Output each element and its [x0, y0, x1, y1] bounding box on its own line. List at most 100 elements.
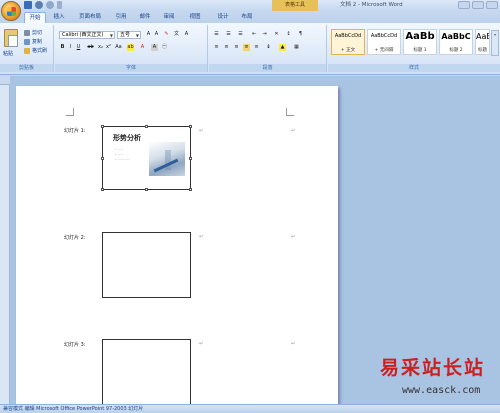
style-heading-1[interactable]: AaBb 标题 1 [403, 29, 437, 55]
tab-references[interactable]: 引用 [112, 12, 130, 23]
style-heading-2[interactable]: AaBbC 标题 2 [439, 29, 473, 55]
scissors-icon [24, 29, 30, 36]
office-button[interactable] [1, 1, 21, 21]
paragraph-mark: ↵ [199, 128, 204, 134]
undo-icon[interactable] [35, 1, 43, 9]
underline-icon[interactable]: U [75, 44, 82, 51]
numbering-icon[interactable]: ☰ [225, 31, 232, 38]
vertical-ruler[interactable] [0, 76, 10, 404]
highlight-icon[interactable]: ab [127, 44, 134, 51]
superscript-icon[interactable]: x² [105, 44, 112, 51]
chevron-down-icon: ▼ [135, 33, 139, 38]
style-normal[interactable]: AaBbCcDd + 正文 [331, 29, 365, 55]
tab-layout[interactable]: 布局 [238, 12, 256, 23]
style-no-spacing[interactable]: AaBbCcDd + 无间隔 [367, 29, 401, 55]
resize-handle[interactable] [145, 125, 148, 128]
ribbon: 粘贴 剪切 复制 格式刷 剪贴板 Calibri (西文正文) ▼ 五号 ▼ A… [0, 23, 500, 75]
redo-icon[interactable] [46, 1, 54, 9]
resize-handle[interactable] [101, 188, 104, 191]
resize-handle[interactable] [101, 157, 104, 160]
style-name: + 正文 [340, 48, 356, 53]
styles-group: AaBbCcDd + 正文 AaBbCcDd + 无间隔 AaBb 标题 1 A… [328, 25, 500, 72]
subscript-icon[interactable]: x₂ [97, 44, 104, 51]
bold-icon[interactable]: B [59, 44, 66, 51]
margin-mark [286, 108, 294, 116]
resize-handle[interactable] [145, 188, 148, 191]
paragraph-group-label: 段落 [209, 64, 326, 72]
borders-icon[interactable]: ▦ [293, 44, 300, 51]
align-center-icon[interactable]: ≡ [223, 44, 230, 51]
maximize-button[interactable] [472, 1, 484, 9]
shrink-font-icon[interactable]: A [153, 31, 160, 38]
distributed-icon[interactable]: ≡ [253, 44, 260, 51]
document-page[interactable]: 幻灯片 1: 形势分析 • —— • —— • ———— ↵ ↵ 幻灯片 2: … [16, 86, 338, 413]
slide-label: 幻灯片 1: [64, 128, 86, 134]
style-title[interactable]: AaBbC 标题 [475, 29, 490, 55]
align-right-icon[interactable]: ≡ [233, 44, 240, 51]
chinese-layout-icon[interactable]: ✕ [273, 31, 280, 38]
cut-button[interactable]: 剪切 [24, 29, 42, 36]
increase-indent-icon[interactable]: ⇥ [261, 31, 268, 38]
shading-icon[interactable]: ▲ [279, 44, 286, 51]
format-painter-button[interactable]: 格式刷 [24, 47, 47, 54]
site-watermark: 易采站长站 www.easck.com [372, 345, 500, 413]
change-case-icon[interactable]: Aa [115, 44, 122, 51]
table-tools-context-label: 表格工具 [272, 0, 318, 11]
resize-handle[interactable] [101, 125, 104, 128]
office-logo-icon [7, 7, 16, 16]
close-button[interactable] [486, 1, 498, 9]
quick-access-toolbar [24, 1, 62, 9]
style-name: + 无间隔 [374, 48, 394, 53]
tab-insert[interactable]: 插入 [50, 12, 68, 23]
tab-home[interactable]: 开始 [24, 12, 46, 23]
slide-bullet: • ———— [115, 157, 130, 161]
strikethrough-icon[interactable]: ab [87, 44, 94, 51]
character-shading-icon[interactable]: A [151, 44, 158, 51]
tab-design[interactable]: 设计 [214, 12, 232, 23]
align-left-icon[interactable]: ≡ [213, 44, 220, 51]
font-group: Calibri (西文正文) ▼ 五号 ▼ A A ✎ 文 A B I U ab… [55, 25, 208, 72]
copy-button[interactable]: 复制 [24, 38, 42, 45]
clear-format-icon[interactable]: ✎ [163, 31, 170, 38]
style-name: 标题 [478, 48, 487, 53]
bullets-icon[interactable]: ☰ [213, 31, 220, 38]
minimize-button[interactable] [458, 1, 470, 9]
paragraph-mark: ↵ [291, 234, 296, 240]
font-size-combo[interactable]: 五号 ▼ [117, 31, 141, 39]
status-bar: 兼容模式 编辑 Microsoft Office PowerPoint 97-2… [0, 404, 500, 413]
paste-button-label[interactable]: 粘贴 [3, 50, 13, 57]
tab-review[interactable]: 审阅 [160, 12, 178, 23]
paragraph-mark: ↵ [291, 128, 296, 134]
margin-mark [66, 108, 74, 116]
decrease-indent-icon[interactable]: ⇤ [251, 31, 258, 38]
tab-page-layout[interactable]: 页面布局 [74, 12, 106, 23]
resize-handle[interactable] [189, 188, 192, 191]
slide-thumbnail[interactable] [102, 232, 191, 298]
multilevel-list-icon[interactable]: ☰ [237, 31, 244, 38]
tab-view[interactable]: 视图 [186, 12, 204, 23]
resize-handle[interactable] [189, 125, 192, 128]
font-color-icon[interactable]: A [139, 44, 146, 51]
customize-toolbar-icon[interactable] [57, 1, 62, 9]
format-painter-icon [24, 47, 30, 54]
justify-icon[interactable]: ≡ [243, 44, 250, 51]
ruler-toggle[interactable] [0, 76, 10, 85]
tab-mailings[interactable]: 邮件 [136, 12, 154, 23]
character-border-icon[interactable]: A [183, 31, 190, 38]
save-icon[interactable] [24, 1, 32, 9]
slide-label: 幻灯片 2: [64, 235, 86, 241]
font-name-combo[interactable]: Calibri (西文正文) ▼ [59, 31, 115, 39]
grow-font-icon[interactable]: A [145, 31, 152, 38]
resize-handle[interactable] [189, 157, 192, 160]
paste-icon[interactable] [4, 29, 18, 47]
italic-icon[interactable]: I [67, 44, 74, 51]
show-marks-icon[interactable]: ¶ [297, 31, 304, 38]
copy-label: 复制 [32, 39, 43, 45]
slide-thumbnail[interactable] [102, 339, 191, 409]
styles-scroll-icon[interactable]: ▾ [491, 30, 499, 56]
phonetic-guide-icon[interactable]: 文 [173, 31, 180, 38]
enclose-characters-icon[interactable]: ㊀ [161, 44, 168, 51]
sort-icon[interactable]: ↕ [285, 31, 292, 38]
slide-thumbnail[interactable]: 形势分析 • —— • —— • ———— [101, 125, 192, 191]
line-spacing-icon[interactable]: ↨ [265, 44, 272, 51]
